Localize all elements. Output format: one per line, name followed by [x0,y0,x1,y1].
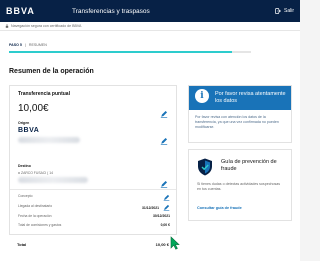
lock-icon [5,24,9,28]
edit-concept-button[interactable] [163,194,170,201]
security-text: Navegación segura con certificado de BBV… [11,24,82,28]
destination-account-redacted [18,177,88,183]
bbva-logo[interactable]: BBVA [6,6,62,16]
summary-title: Resumen de la operación [9,68,94,75]
transfer-amount: 10,00€ [18,103,49,114]
detail-label: Total de comisiones y gastos [18,223,62,227]
total-label: Total [17,242,27,247]
destination-label: Destino [18,164,31,168]
total-row: Total 10,00 € [17,242,169,247]
step-name: RESUMEN [28,43,47,47]
detail-value: 31/12/2021 [142,205,159,210]
detail-row: Fecha de la operación 30/12/2021 [18,214,170,218]
origin-account-redacted [18,137,80,143]
pencil-icon [160,110,168,118]
review-notice-card: i Por favor revisa atentamente los datos… [188,85,292,143]
detail-value: 0,00 € [160,223,170,227]
detail-value: 30/12/2021 [153,214,170,218]
progress-fill [9,51,232,53]
detail-label: Llegada al destinatario [18,204,53,208]
exit-button[interactable]: Salir [275,8,294,14]
detail-label: Concepto [18,194,33,198]
transfer-type: Transferencia puntual [18,91,70,97]
detail-label: Fecha de la operación [18,214,52,218]
detail-row: Total de comisiones y gastos 0,00 € [18,223,170,227]
step-indicator: PASO 5 | RESUMEN [0,31,300,59]
fraud-guide-body: Si tienes dudas o detectas actividades s… [197,182,281,191]
step-number: PASO 5 [9,43,22,47]
pencil-icon [163,194,170,201]
pencil-icon [160,180,168,188]
review-notice-title: Por favor revisa atentamente los datos [215,91,286,104]
mouse-cursor-icon [170,236,180,250]
pencil-icon [163,204,170,211]
destination-bullet [18,172,20,174]
info-icon: i [195,89,209,103]
page-title: Transferencias y traspasos [72,7,150,15]
review-notice-header: i Por favor revisa atentamente los datos [189,86,291,110]
origin-label: Origen [18,121,30,125]
total-value: 10,00 € [155,242,169,247]
main-content: Resumen de la operación Transferencia pu… [0,59,300,261]
destination-name: ZARCO FUSACI ( 14 [21,171,54,175]
edit-destination-button[interactable] [160,175,168,188]
exit-icon [275,8,281,14]
card-divider [10,189,176,190]
detail-row: Concepto [18,194,170,201]
edit-amount-button[interactable] [160,105,168,118]
security-bar: Navegación segura con certificado de BBV… [0,22,300,31]
origin-bank: BBVA [18,127,40,134]
detail-row: Llegada al destinatario 31/12/2021 [18,204,170,211]
fraud-guide-title: Guía de prevención de fraude [221,159,277,172]
edit-origin-button[interactable] [160,132,168,145]
transfer-summary-card: Transferencia puntual 10,00€ Origen BBVA… [9,85,177,235]
top-header: BBVA Transferencias y traspasos Salir [0,0,300,22]
step-labels: PASO 5 | RESUMEN [9,43,47,47]
pencil-icon [160,137,168,145]
shield-check-icon [198,158,212,176]
edit-date-button[interactable] [163,204,170,211]
review-notice-body: Por favor revisa con atención los datos … [195,115,279,129]
progress-bar [9,51,251,53]
exit-label: Salir [283,8,294,14]
fraud-guide-card: Guía de prevención de fraude Si tienes d… [188,149,292,221]
step-separator: | [24,43,26,47]
fraud-guide-link[interactable]: Consultar guía de fraude [197,206,242,210]
